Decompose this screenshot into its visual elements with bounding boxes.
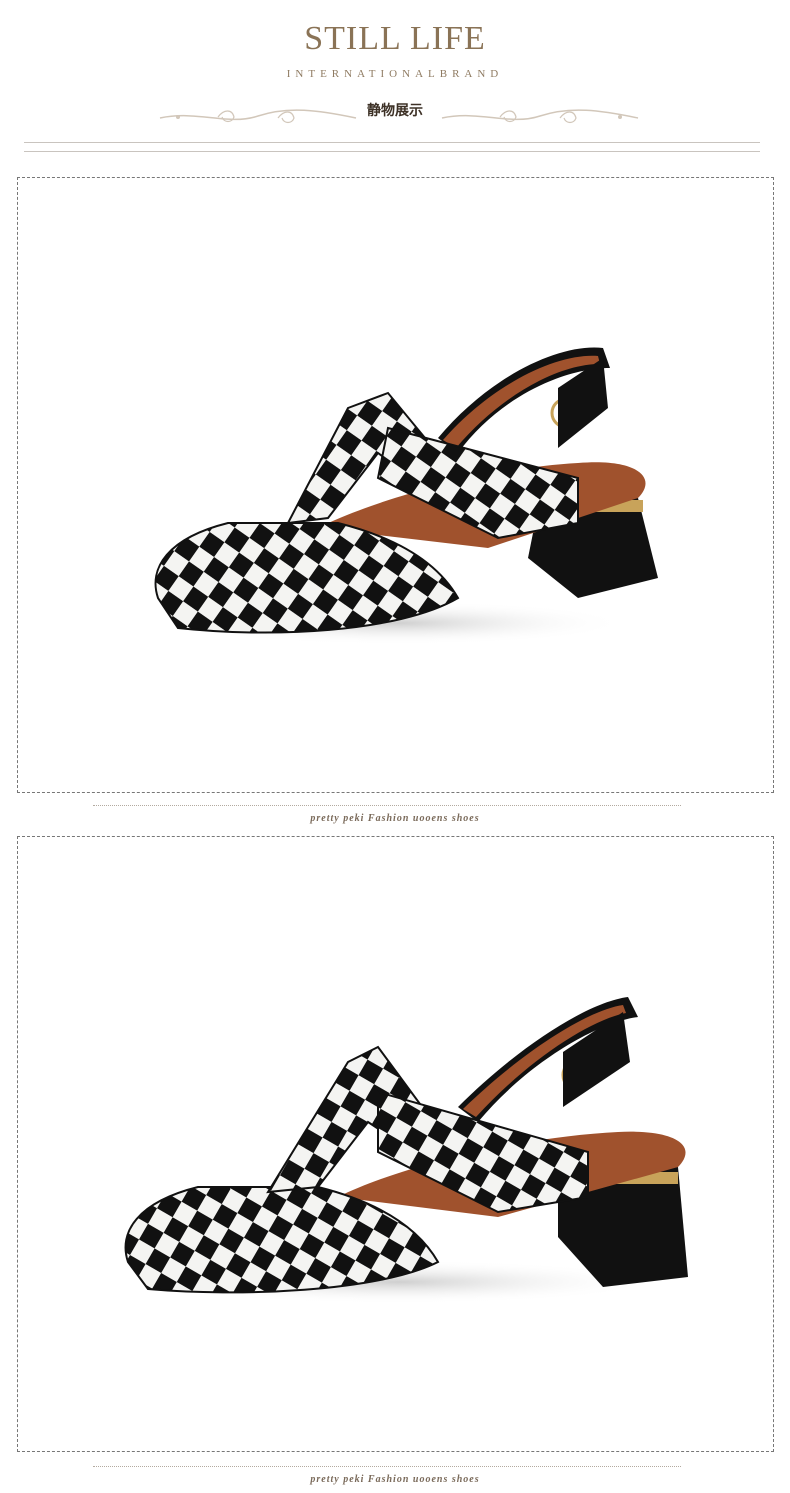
page-header: STILL LIFE INTERNATIONALBRAND 静物展示 [0,0,790,160]
header-divider-top [24,142,760,143]
section-heading: 静物展示 [367,103,423,119]
checkered-slingback-shoe-icon [154,347,658,645]
product-photo-frame-1 [17,177,774,793]
brand-subtitle: INTERNATIONALBRAND [286,68,504,80]
ornament-right-icon [441,109,639,124]
caption-divider-1 [93,805,681,807]
caption-divider-2 [93,1466,681,1468]
product-photo-frame-2 [17,836,774,1452]
checkered-slingback-shoe-icon [124,997,688,1304]
brand-title: STILL LIFE [304,20,486,57]
header-divider-bottom [24,151,760,152]
photo-caption-2: pretty peki Fashion uooens shoes [310,1474,480,1485]
photo-caption-1: pretty peki Fashion uooens shoes [310,813,480,824]
